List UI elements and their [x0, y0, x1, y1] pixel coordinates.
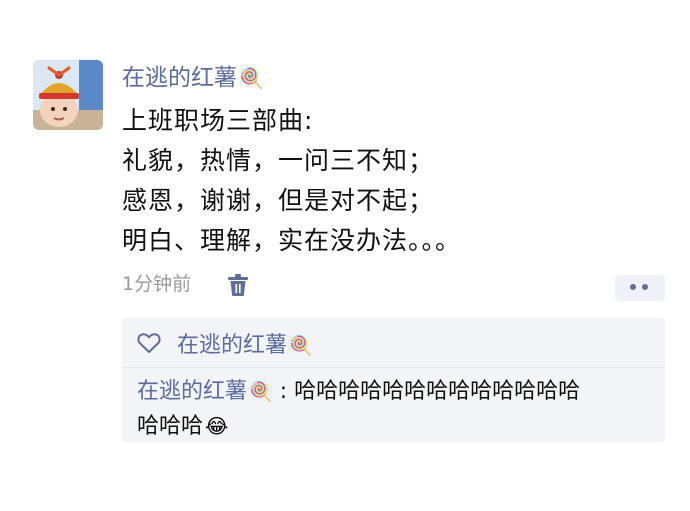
- post-text-line: 明白、理解，实在没办法。。。: [122, 226, 462, 255]
- lollipop-icon: 🍭: [249, 381, 273, 403]
- avatar-photo: [33, 60, 103, 130]
- comment-author-name: 在逃的红薯: [137, 379, 248, 404]
- post-text-line: 感恩，谢谢，但是对不起；: [122, 186, 435, 215]
- liker-name-text: 在逃的红薯: [177, 333, 288, 358]
- post-author[interactable]: 在逃的红薯 🍭: [122, 62, 264, 94]
- lollipop-icon: 🍭: [289, 335, 313, 357]
- laughing-tears-icon: 😂: [205, 414, 229, 438]
- avatar[interactable]: [33, 60, 103, 130]
- comments-divider: [122, 367, 665, 368]
- likes-row: 在逃的红薯 🍭: [137, 327, 313, 359]
- lollipop-icon: 🍭: [239, 66, 264, 90]
- more-options-button[interactable]: [615, 275, 665, 301]
- heart-icon: [137, 333, 161, 353]
- comment-separator: :: [279, 379, 288, 404]
- comment-item-continued[interactable]: 哈哈哈 😂: [137, 411, 228, 442]
- post-timestamp: 1分钟前: [122, 273, 192, 295]
- trash-icon[interactable]: [227, 273, 249, 297]
- comment-text: 哈哈哈: [137, 414, 204, 439]
- post-text-line: 上班职场三部曲:: [122, 106, 314, 135]
- comment-item[interactable]: 在逃的红薯 🍭 : 哈哈哈哈哈哈哈哈哈哈哈哈哈: [137, 377, 580, 407]
- comment-text: 哈哈哈哈哈哈哈哈哈哈哈哈哈: [294, 379, 581, 404]
- post-author-name: 在逃的红薯: [122, 65, 237, 91]
- more-dots-icon: [642, 284, 648, 290]
- liker-name[interactable]: 在逃的红薯 🍭: [177, 327, 313, 359]
- post-text-line: 礼貌，热情，一问三不知；: [122, 146, 435, 175]
- comment-author[interactable]: 在逃的红薯 🍭: [137, 379, 280, 404]
- more-dots-icon: [630, 284, 636, 290]
